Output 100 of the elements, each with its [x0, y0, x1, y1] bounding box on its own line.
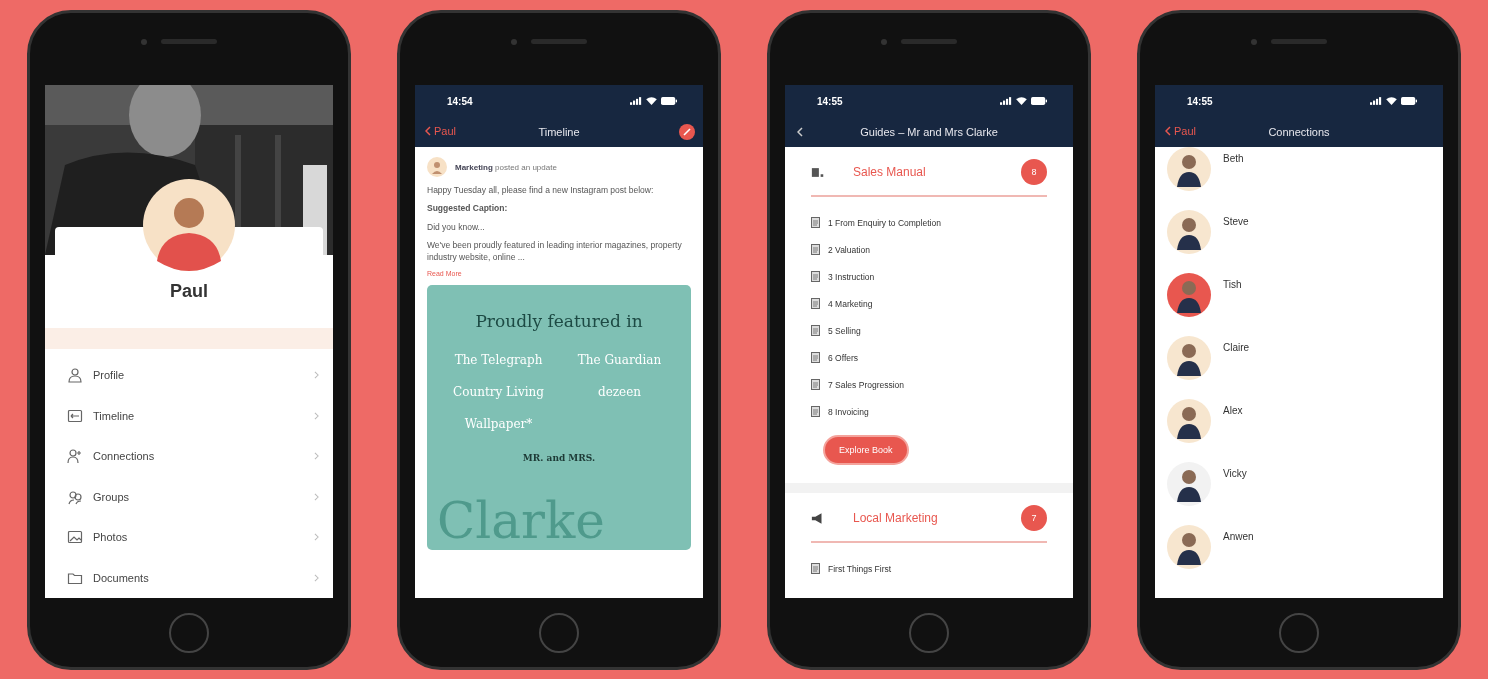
person-name: Steve: [1223, 216, 1249, 227]
connection-row[interactable]: Tish: [1167, 273, 1431, 336]
section-title: Local Marketing: [853, 511, 939, 525]
avatar-icon: [427, 157, 447, 177]
chapter-link[interactable]: 4 Marketing: [811, 290, 1047, 317]
connection-row[interactable]: Beth: [1167, 147, 1431, 210]
post-text: Suggested Caption:: [427, 203, 509, 215]
timeline-icon: [67, 407, 83, 424]
publication-logo: Country Living: [452, 385, 545, 400]
chevron-icon: [314, 452, 319, 461]
person-name: Tish: [1223, 279, 1242, 290]
back-icon[interactable]: [797, 127, 803, 137]
chevron-icon: [314, 533, 319, 542]
chapter-link[interactable]: 5 Selling: [811, 317, 1047, 344]
back-button[interactable]: Paul: [1165, 125, 1197, 137]
camera-dot: [1251, 39, 1257, 45]
graphic-heading: Proudly featured in: [475, 311, 643, 332]
speaker-grille: [161, 39, 217, 44]
connection-row[interactable]: Steve: [1167, 210, 1431, 273]
chevron-icon: [1165, 126, 1171, 136]
brand-name: MR. and MRS.: [522, 453, 596, 464]
menu-item[interactable]: Profile: [67, 355, 319, 396]
home-button[interactable]: [1279, 612, 1319, 653]
signal-icon: [630, 97, 642, 105]
screen-title: Timeline: [538, 126, 580, 138]
battery-icon: [661, 97, 677, 105]
document-icon: [811, 563, 820, 574]
person-name: Vicky: [1223, 468, 1247, 479]
connection-row[interactable]: Vicky: [1167, 462, 1431, 525]
add-person-icon: [67, 448, 83, 465]
document-icon: [811, 244, 820, 255]
photo-icon: [67, 529, 83, 546]
camera-dot: [881, 39, 887, 45]
person-name: Beth: [1223, 153, 1244, 164]
chevron-icon: [425, 126, 431, 136]
document-icon: [811, 325, 820, 336]
wifi-icon: [1386, 97, 1397, 105]
document-icon: [811, 271, 820, 282]
speaker-grille: [901, 39, 957, 44]
section-title: Sales Manual: [853, 165, 927, 179]
document-icon: [811, 379, 820, 390]
profile-name: Paul: [170, 281, 208, 302]
post-text: Happy Tuesday all, please find a new Instagram post below:: [427, 185, 655, 197]
menu-item[interactable]: Timeline: [67, 395, 319, 436]
menu-item[interactable]: Connections: [67, 436, 319, 477]
battery-icon: [1031, 97, 1047, 105]
signal-icon: [1370, 97, 1382, 105]
manual-icon: [811, 166, 825, 178]
count-badge: 8: [1021, 159, 1047, 185]
document-icon: [811, 298, 820, 309]
chapter-link[interactable]: 7 Sales Progression: [811, 371, 1047, 398]
explore-button[interactable]: Explore Book: [823, 435, 909, 465]
status-time: 14:55: [1187, 95, 1213, 107]
wifi-icon: [646, 97, 657, 105]
chapter-link[interactable]: 2 Valuation: [811, 236, 1047, 263]
home-button[interactable]: [909, 612, 949, 653]
connection-row[interactable]: Alex: [1167, 399, 1431, 462]
camera-dot: [511, 39, 517, 45]
chapter-link[interactable]: 3 Instruction: [811, 263, 1047, 290]
speaker-grille: [531, 39, 587, 44]
publication-logo: dezeen: [596, 385, 642, 400]
wifi-icon: [1016, 97, 1027, 105]
chapter-link[interactable]: First Things First: [811, 555, 1047, 582]
document-icon: [811, 352, 820, 363]
group-icon: [67, 488, 83, 505]
publication-logo: The Guardian: [576, 353, 663, 368]
publication-logo: Wallpaper*: [463, 417, 534, 432]
chapter-link[interactable]: 1 From Enquiry to Completion: [811, 209, 1047, 236]
edit-icon[interactable]: [679, 124, 695, 140]
megaphone-icon: [811, 512, 825, 524]
back-button[interactable]: Paul: [425, 125, 457, 137]
menu-item[interactable]: Photos: [67, 517, 319, 558]
person-name: Anwen: [1223, 531, 1254, 542]
document-icon: [811, 217, 820, 228]
menu-item[interactable]: Groups: [67, 476, 319, 517]
home-button[interactable]: [539, 612, 579, 653]
avatar-icon: [143, 179, 235, 271]
person-name: Alex: [1223, 405, 1243, 416]
post-header: Marketing posted an update: [455, 162, 557, 172]
battery-icon: [1401, 97, 1417, 105]
document-icon: [811, 406, 820, 417]
speaker-grille: [1271, 39, 1327, 44]
publication-logo: The Telegraph: [453, 353, 544, 368]
status-time: 14:55: [817, 95, 843, 107]
chevron-icon: [314, 371, 319, 380]
chevron-icon: [314, 411, 319, 420]
count-badge: 7: [1021, 505, 1047, 531]
home-button[interactable]: [169, 612, 209, 653]
screen-title: Guides – Mr and Mrs Clarke: [860, 126, 998, 138]
connection-row[interactable]: Claire: [1167, 336, 1431, 399]
signal-icon: [1000, 97, 1012, 105]
screen-title: Connections: [1268, 126, 1330, 138]
post-text: We've been proudly featured in leading interior magazines, property industry website, online ...: [427, 240, 683, 264]
menu-item[interactable]: Documents: [67, 557, 319, 598]
camera-dot: [141, 39, 147, 45]
chapter-link[interactable]: 8 Invoicing: [811, 398, 1047, 425]
status-time: 14:54: [447, 95, 473, 107]
connection-row[interactable]: Anwen: [1167, 525, 1431, 588]
chevron-icon: [314, 492, 319, 501]
chapter-link[interactable]: 6 Offers: [811, 344, 1047, 371]
